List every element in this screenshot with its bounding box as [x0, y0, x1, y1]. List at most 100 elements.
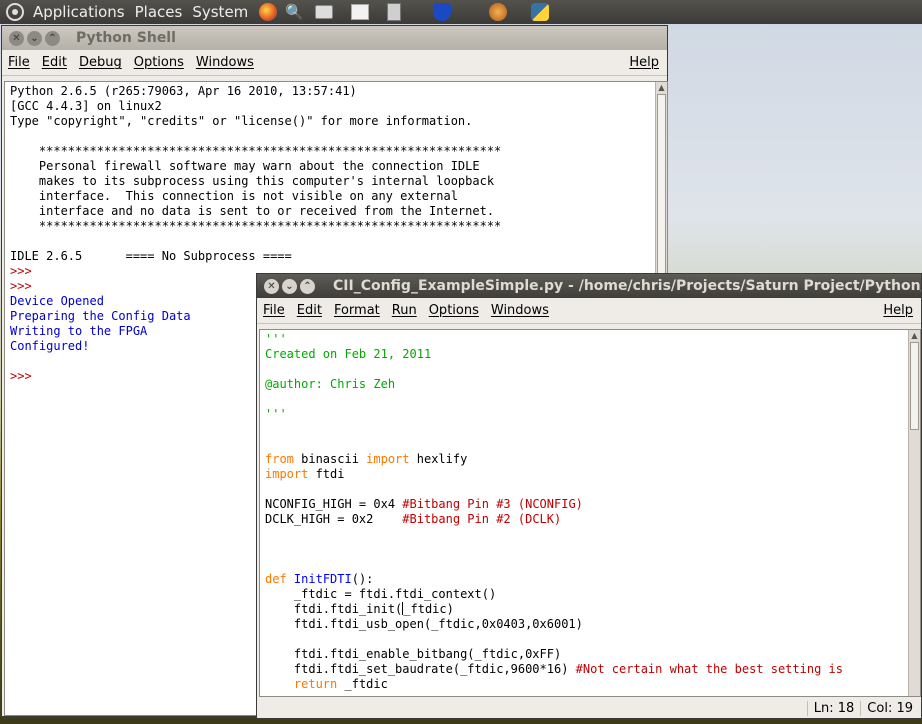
shell-menubar: File Edit Debug Options Windows Help — [2, 50, 667, 76]
code-line: _ftdic = ftdi.ftdi_context() — [265, 587, 920, 602]
close-icon[interactable]: ✕ — [9, 30, 24, 46]
editor-menu-help[interactable]: Help — [877, 303, 919, 318]
shell-menu-file[interactable]: File — [2, 55, 36, 70]
shell-menu-debug[interactable]: Debug — [73, 55, 128, 70]
code-token: ftdi.ftdi_set_baudrate(_ftdic,9600*16) — [265, 662, 576, 676]
maximize-icon[interactable]: ⌃ — [45, 30, 60, 46]
calculator-icon[interactable] — [383, 2, 405, 22]
code-line: from binascii import hexlify — [265, 452, 920, 467]
editor-code: ''' Created on Feb 21, 2011 @author: Chris… — [260, 330, 920, 692]
shell-menu-edit[interactable]: Edit — [36, 55, 73, 70]
close-icon[interactable]: ✕ — [264, 278, 279, 294]
editor-menu-edit[interactable]: Edit — [291, 303, 328, 318]
shell-menu-options[interactable]: Options — [128, 55, 190, 70]
panel-menu-system[interactable]: System — [187, 3, 253, 21]
editor-menu-file[interactable]: File — [257, 303, 291, 318]
shield-icon[interactable] — [431, 2, 453, 22]
editor-menu-options[interactable]: Options — [423, 303, 485, 318]
maximize-icon[interactable]: ⌃ — [300, 278, 315, 294]
search-icon[interactable]: 🔍 — [283, 2, 305, 22]
code-token: ''' — [265, 407, 287, 421]
snail-icon[interactable] — [487, 2, 509, 22]
editor-scroll-thumb[interactable] — [910, 342, 919, 430]
shell-titlebar[interactable]: ✕ ⌄ ⌃ Python Shell — [2, 26, 667, 50]
minimize-icon[interactable]: ⌄ — [27, 30, 42, 46]
code-token: ftdi.ftdi_init( — [265, 602, 403, 616]
code-token: _ftdic) — [403, 602, 454, 616]
panel-menu-applications[interactable]: Applications — [28, 3, 130, 21]
code-token: DCLK_HIGH = 0x2 — [265, 512, 403, 526]
code-token: #Not certain what the best setting is — [575, 662, 843, 676]
code-token: _ftdic — [337, 677, 388, 691]
code-token: ''' — [265, 332, 287, 346]
editor-window: ✕ ⌄ ⌃ CII_Config_ExampleSimple.py - /hom… — [256, 273, 922, 719]
code-token: InitFDTI — [293, 572, 352, 586]
code-line: def InitFDTI(): — [265, 572, 920, 587]
top-panel: Applications Places System 🔍 — [0, 0, 922, 24]
code-line: import ftdi — [265, 467, 920, 482]
editor-titlebar[interactable]: ✕ ⌄ ⌃ CII_Config_ExampleSimple.py - /hom… — [257, 274, 921, 298]
code-line: ''' — [265, 332, 920, 347]
editor-menu-format[interactable]: Format — [328, 303, 386, 318]
code-token: ftdi.ftdi_usb_open(_ftdic,0x0403,0x6001) — [265, 617, 583, 631]
editor-menu-run[interactable]: Run — [386, 303, 423, 318]
shell-menu-windows[interactable]: Windows — [190, 55, 260, 70]
python-icon[interactable] — [529, 2, 551, 22]
firefox-icon[interactable] — [257, 2, 279, 22]
image-viewer-icon[interactable] — [349, 2, 371, 22]
code-line: return _ftdic — [265, 677, 920, 692]
ubuntu-logo-icon[interactable] — [6, 3, 24, 21]
shell-menu-help[interactable]: Help — [623, 55, 665, 70]
scroll-up-icon[interactable]: ▲ — [656, 82, 667, 93]
shell-line: Type "copyright", "credits" or "license(… — [10, 114, 473, 128]
editor-menubar: File Edit Format Run Options Windows Hel… — [257, 298, 921, 324]
code-token: from — [265, 452, 294, 466]
code-line: ftdi.ftdi_enable_bitbang(_ftdic,0xFF) — [265, 647, 920, 662]
shell-line: ****************************************… — [10, 144, 502, 158]
minimize-icon[interactable]: ⌄ — [282, 278, 297, 294]
code-line: ftdi.ftdi_usb_open(_ftdic,0x0403,0x6001) — [265, 617, 920, 632]
status-line: Ln: 18 — [806, 700, 861, 716]
shell-line: interface. This connection is not visibl… — [10, 189, 458, 203]
code-token: _ftdic = ftdi.ftdi_context() — [265, 587, 497, 601]
shell-line: makes to its subprocess using this compu… — [10, 174, 495, 188]
code-token: (): — [351, 572, 374, 586]
editor-statusbar: Ln: 18 Col: 19 — [257, 698, 921, 718]
code-token: Created on Feb 21, 2011 — [265, 347, 432, 361]
code-token: def — [265, 572, 287, 586]
code-token: hexlify — [409, 452, 468, 466]
camera-icon[interactable] — [313, 2, 335, 22]
code-token: NCONFIG_HIGH = 0x4 — [265, 497, 403, 511]
code-token: import — [265, 467, 309, 481]
editor-menu-windows[interactable]: Windows — [485, 303, 555, 318]
code-line: ftdi.ftdi_init(_ftdic) — [265, 602, 920, 617]
shell-line: ****************************************… — [10, 219, 502, 233]
code-token: #Bitbang Pin #2 (DCLK) — [402, 512, 562, 526]
panel-menu-places[interactable]: Places — [130, 3, 188, 21]
shell-line: interface and no data is sent to or rece… — [10, 204, 495, 218]
editor-scrollbar[interactable]: ▲ — [908, 330, 920, 696]
editor-text-area[interactable]: ''' Created on Feb 21, 2011 @author: Chris… — [259, 329, 921, 697]
scroll-up-icon[interactable]: ▲ — [909, 330, 920, 341]
code-line: ''' — [265, 407, 920, 422]
code-line: NCONFIG_HIGH = 0x4 #Bitbang Pin #3 (NCON… — [265, 497, 920, 512]
shell-line: Python 2.6.5 (r265:79063, Apr 16 2010, 1… — [10, 84, 357, 98]
code-token: ftdi.ftdi_enable_bitbang(_ftdic,0xFF) — [265, 647, 562, 661]
shell-line: IDLE 2.6.5 ==== No Subprocess ==== — [10, 249, 292, 263]
shell-line: [GCC 4.4.3] on linux2 — [10, 99, 162, 113]
code-token: #Bitbang Pin #3 (NCONFIG) — [402, 497, 583, 511]
code-line: @author: Chris Zeh — [265, 377, 920, 392]
code-line: DCLK_HIGH = 0x2 #Bitbang Pin #2 (DCLK) — [265, 512, 920, 527]
